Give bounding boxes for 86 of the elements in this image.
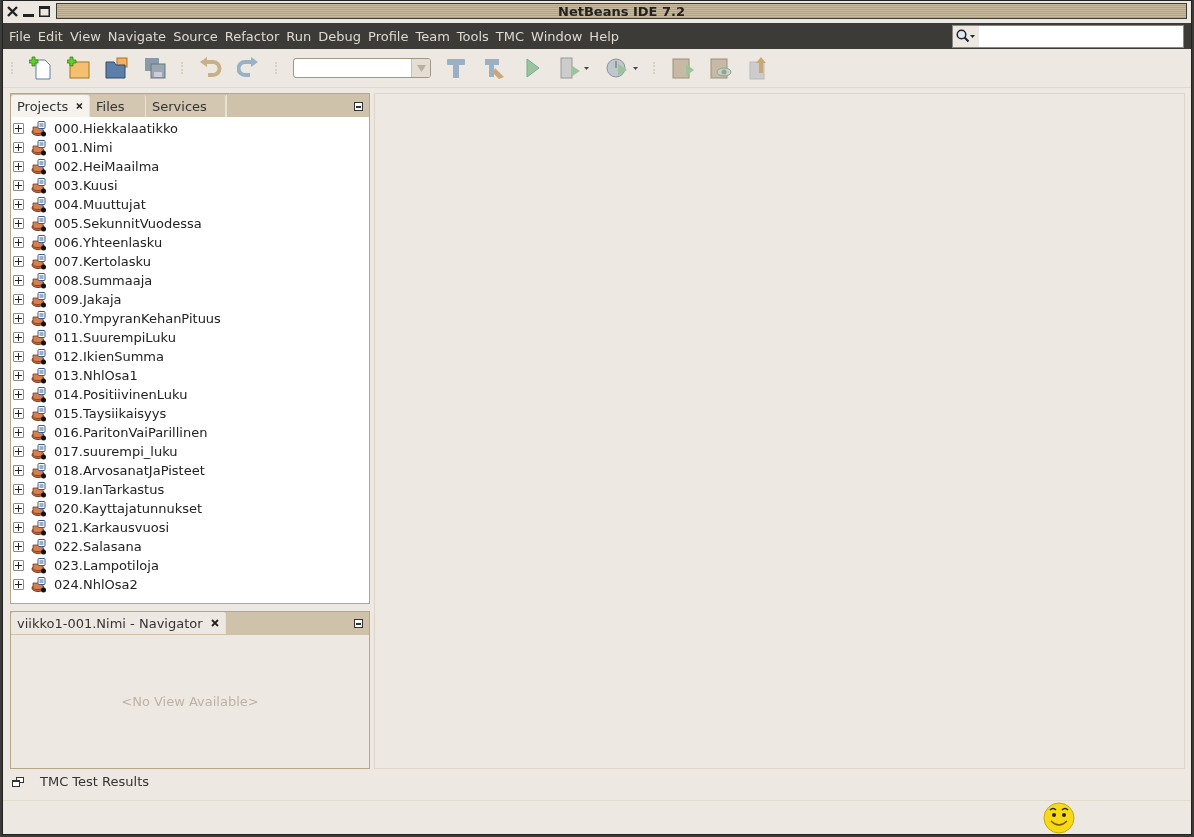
- coffee-cup-icon: [31, 576, 47, 593]
- new-file-icon[interactable]: [29, 56, 53, 80]
- tree-item[interactable]: 018.ArvosanatJaPisteet: [54, 463, 205, 478]
- tree-item[interactable]: 024.NhlOsa2: [54, 577, 138, 592]
- coffee-cup-icon: [31, 234, 47, 251]
- minimize-icon[interactable]: [354, 101, 363, 111]
- panel-tab[interactable]: Files: [90, 95, 146, 117]
- coffee-cup-icon: [31, 158, 47, 175]
- tree-item[interactable]: 011.SuurempiLuku: [54, 330, 176, 345]
- menu-item[interactable]: Run: [283, 28, 315, 44]
- coffee-cup-icon: [31, 424, 47, 441]
- close-icon[interactable]: [7, 5, 18, 17]
- menu-item[interactable]: Debug: [315, 28, 365, 44]
- tree-item[interactable]: 015.Taysiikaisyys: [54, 406, 167, 421]
- coffee-cup-icon: [31, 481, 47, 498]
- tree-item[interactable]: 023.Lampotiloja: [54, 558, 159, 573]
- tree-item[interactable]: 007.Kertolasku: [54, 254, 151, 269]
- new-project-icon[interactable]: [67, 56, 91, 80]
- coffee-cup-icon: [31, 272, 47, 289]
- tree-item[interactable]: 014.PositiivinenLuku: [54, 387, 188, 402]
- coffee-cup-icon: [31, 139, 47, 156]
- menu-item[interactable]: Edit: [34, 28, 66, 44]
- empty-message: <No View Available>: [121, 694, 259, 709]
- menu-item[interactable]: TMC: [492, 28, 528, 44]
- smiley-icon[interactable]: [1043, 801, 1075, 834]
- minimize-icon[interactable]: [354, 619, 363, 628]
- tree-item[interactable]: 000.Hiekkalaatikko: [54, 121, 178, 136]
- tree-item[interactable]: 002.HeiMaailma: [54, 159, 160, 174]
- menu-item[interactable]: Team: [412, 28, 453, 44]
- menu-item[interactable]: Source: [170, 28, 221, 44]
- tree-item[interactable]: 019.IanTarkastus: [54, 482, 165, 497]
- minimized-window-button[interactable]: TMC Test Results: [40, 774, 150, 789]
- coffee-cup-icon: [31, 519, 47, 536]
- restore-window-icon[interactable]: [12, 776, 24, 787]
- tree-item[interactable]: 001.Nimi: [54, 140, 113, 155]
- menu-item[interactable]: Help: [586, 28, 622, 44]
- menu-item[interactable]: File: [6, 28, 34, 44]
- tree-item[interactable]: 013.NhlOsa1: [54, 368, 138, 383]
- coffee-cup-icon: [31, 310, 47, 327]
- coffee-cup-icon: [31, 386, 47, 403]
- coffee-cup-icon: [31, 329, 47, 346]
- coffee-cup-icon: [31, 367, 47, 384]
- tree-item[interactable]: 003.Kuusi: [54, 178, 118, 193]
- panel-tab[interactable]: Services: [146, 95, 226, 117]
- coffee-cup-icon: [31, 291, 47, 308]
- coffee-cup-icon: [31, 462, 47, 479]
- tree-item[interactable]: 016.ParitonVaiParillinen: [54, 425, 208, 440]
- coffee-cup-icon: [31, 120, 47, 137]
- tree-item[interactable]: 017.suurempi_luku: [54, 444, 178, 459]
- close-icon[interactable]: [210, 619, 219, 627]
- coffee-cup-icon: [31, 500, 47, 517]
- coffee-cup-icon: [31, 253, 47, 270]
- menu-item[interactable]: Tools: [453, 28, 492, 44]
- folder-icon[interactable]: [105, 56, 129, 80]
- save-all-icon[interactable]: [143, 56, 167, 80]
- tree-item[interactable]: 009.Jakaja: [54, 292, 122, 307]
- search-field[interactable]: [952, 24, 1184, 48]
- search-icon[interactable]: [956, 29, 976, 43]
- tree-item[interactable]: 005.SekunnitVuodessa: [54, 216, 202, 231]
- configuration-dropdown[interactable]: [293, 58, 431, 78]
- menu-item[interactable]: Profile: [365, 28, 412, 44]
- tree-item[interactable]: 021.Karkausvuosi: [54, 520, 170, 535]
- tree-item[interactable]: 010.YmpyranKehanPituus: [54, 311, 221, 326]
- maximize-icon[interactable]: [39, 5, 50, 17]
- panel-tab[interactable]: viikko1-001.Nimi - Navigator: [11, 612, 226, 634]
- window-title: NetBeans IDE 7.2: [557, 3, 686, 19]
- coffee-cup-icon: [31, 557, 47, 574]
- close-icon[interactable]: [76, 102, 83, 110]
- coffee-cup-icon: [31, 196, 47, 213]
- menu-item[interactable]: Navigate: [104, 28, 170, 44]
- tree-item[interactable]: 020.Kayttajatunnukset: [54, 501, 203, 516]
- menu-item[interactable]: Refactor: [221, 28, 283, 44]
- tree-item[interactable]: 006.Yhteenlasku: [54, 235, 163, 250]
- menu-item[interactable]: View: [66, 28, 104, 44]
- tree-item[interactable]: 008.Summaaja: [54, 273, 153, 288]
- coffee-cup-icon: [31, 443, 47, 460]
- tree-item[interactable]: 012.IkienSumma: [54, 349, 164, 364]
- coffee-cup-icon: [31, 405, 47, 422]
- coffee-cup-icon: [31, 538, 47, 555]
- coffee-cup-icon: [31, 215, 47, 232]
- panel-tab[interactable]: Projects: [11, 95, 90, 117]
- coffee-cup-icon: [31, 348, 47, 365]
- tree-item[interactable]: 004.Muuttujat: [54, 197, 146, 212]
- menu-item[interactable]: Window: [528, 28, 586, 44]
- tree-item[interactable]: 022.Salasana: [54, 539, 142, 554]
- coffee-cup-icon: [31, 177, 47, 194]
